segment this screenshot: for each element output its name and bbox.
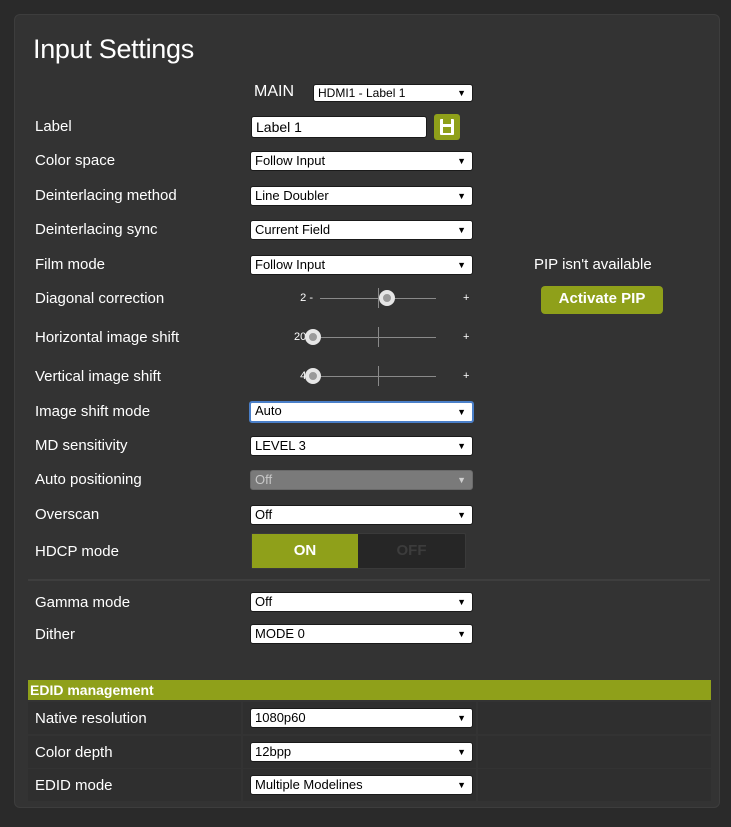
auto-positioning-label: Auto positioning — [35, 471, 142, 488]
deinterlacing-method-value: Line Doubler — [255, 188, 329, 203]
native-resolution-label: Native resolution — [35, 710, 147, 727]
deinterlacing-method-label: Deinterlacing method — [35, 187, 177, 204]
vertical-image-shift-label: Vertical image shift — [35, 368, 161, 385]
dropdown-arrow-icon: ▼ — [457, 191, 466, 201]
film-mode-label: Film mode — [35, 256, 106, 273]
main-input-select-value: HDMI1 - Label 1 — [318, 86, 406, 100]
hdcp-mode-toggle[interactable]: ON OFF — [251, 533, 466, 569]
image-shift-mode-label: Image shift mode — [35, 403, 151, 420]
hshift-slider-tick — [378, 327, 379, 347]
activate-pip-button[interactable]: Activate PIP — [541, 286, 663, 314]
edid-cell — [478, 769, 711, 801]
vshift-slider-tick — [378, 366, 379, 386]
dropdown-arrow-icon: ▼ — [457, 510, 466, 520]
dropdown-arrow-icon: ▼ — [457, 713, 466, 723]
save-label-button[interactable] — [434, 114, 460, 140]
edid-section-header: EDID management — [28, 680, 711, 700]
edid-mode-label: EDID mode — [35, 777, 113, 794]
auto-positioning-value: Off — [255, 472, 273, 487]
diagonal-min-text: 2 - — [300, 292, 313, 304]
dropdown-arrow-icon: ▼ — [457, 407, 466, 417]
label-input[interactable]: Label 1 — [251, 116, 427, 138]
film-mode-select[interactable]: Follow Input ▼ — [250, 255, 473, 275]
overscan-label: Overscan — [35, 506, 100, 523]
color-depth-value: 12bpp — [255, 744, 292, 759]
gamma-mode-select[interactable]: Off ▼ — [250, 592, 473, 612]
image-shift-mode-value: Auto — [255, 403, 282, 418]
hshift-slider-handle[interactable] — [305, 329, 321, 345]
color-depth-select[interactable]: 12bpp ▼ — [250, 742, 473, 762]
diagonal-plus-text: + — [463, 292, 470, 304]
edid-cell — [478, 736, 711, 768]
dropdown-arrow-icon: ▼ — [457, 597, 466, 607]
dropdown-arrow-icon: ▼ — [457, 780, 466, 790]
md-sensitivity-select[interactable]: LEVEL 3 ▼ — [250, 436, 473, 456]
dither-value: MODE 0 — [255, 626, 305, 641]
label-label: Label — [35, 118, 72, 135]
color-space-label: Color space — [35, 152, 116, 169]
dropdown-arrow-icon: ▼ — [457, 475, 466, 485]
deinterlacing-sync-select[interactable]: Current Field ▼ — [250, 220, 473, 240]
color-depth-label: Color depth — [35, 744, 113, 761]
auto-positioning-select: Off ▼ — [250, 470, 473, 490]
dropdown-arrow-icon: ▼ — [457, 156, 466, 166]
pip-unavailable-note: PIP isn't available — [534, 256, 652, 273]
dither-label: Dither — [35, 626, 76, 643]
dropdown-arrow-icon: ▼ — [457, 260, 466, 270]
film-mode-value: Follow Input — [255, 257, 326, 272]
horizontal-image-shift-label: Horizontal image shift — [35, 329, 180, 346]
edid-cell — [478, 702, 711, 734]
hdcp-on-button[interactable]: ON — [252, 534, 358, 568]
vshift-slider-handle[interactable] — [305, 368, 321, 384]
vshift-plus-text: + — [463, 370, 470, 382]
hdcp-off-button[interactable]: OFF — [358, 534, 465, 568]
native-resolution-select[interactable]: 1080p60 ▼ — [250, 708, 473, 728]
dropdown-arrow-icon: ▼ — [457, 747, 466, 757]
dropdown-arrow-icon: ▼ — [457, 225, 466, 235]
overscan-value: Off — [255, 507, 273, 522]
hdcp-mode-label: HDCP mode — [35, 543, 119, 560]
dropdown-arrow-icon: ▼ — [457, 629, 466, 639]
edid-mode-value: Multiple Modelines — [255, 777, 363, 792]
gamma-mode-label: Gamma mode — [35, 594, 131, 611]
md-sensitivity-label: MD sensitivity — [35, 437, 128, 454]
hshift-plus-text: + — [463, 331, 470, 343]
md-sensitivity-value: LEVEL 3 — [255, 438, 306, 453]
floppy-disk-icon — [440, 119, 454, 135]
gamma-mode-value: Off — [255, 594, 273, 609]
main-input-select[interactable]: HDMI1 - Label 1 ▼ — [313, 84, 473, 102]
dropdown-arrow-icon: ▼ — [457, 88, 466, 98]
main-label: MAIN — [254, 83, 294, 100]
deinterlacing-sync-value: Current Field — [255, 222, 331, 237]
color-space-value: Follow Input — [255, 153, 326, 168]
edid-mode-select[interactable]: Multiple Modelines ▼ — [250, 775, 473, 795]
image-shift-mode-select[interactable]: Auto ▼ — [249, 401, 474, 423]
native-resolution-value: 1080p60 — [255, 710, 306, 725]
dither-select[interactable]: MODE 0 ▼ — [250, 624, 473, 644]
overscan-select[interactable]: Off ▼ — [250, 505, 473, 525]
color-space-select[interactable]: Follow Input ▼ — [250, 151, 473, 171]
deinterlacing-sync-label: Deinterlacing sync — [35, 221, 158, 238]
page-title: Input Settings — [33, 34, 194, 64]
diagonal-slider-handle[interactable] — [378, 290, 395, 306]
section-divider — [28, 579, 710, 581]
dropdown-arrow-icon: ▼ — [457, 441, 466, 451]
diagonal-correction-label: Diagonal correction — [35, 290, 165, 307]
deinterlacing-method-select[interactable]: Line Doubler ▼ — [250, 186, 473, 206]
